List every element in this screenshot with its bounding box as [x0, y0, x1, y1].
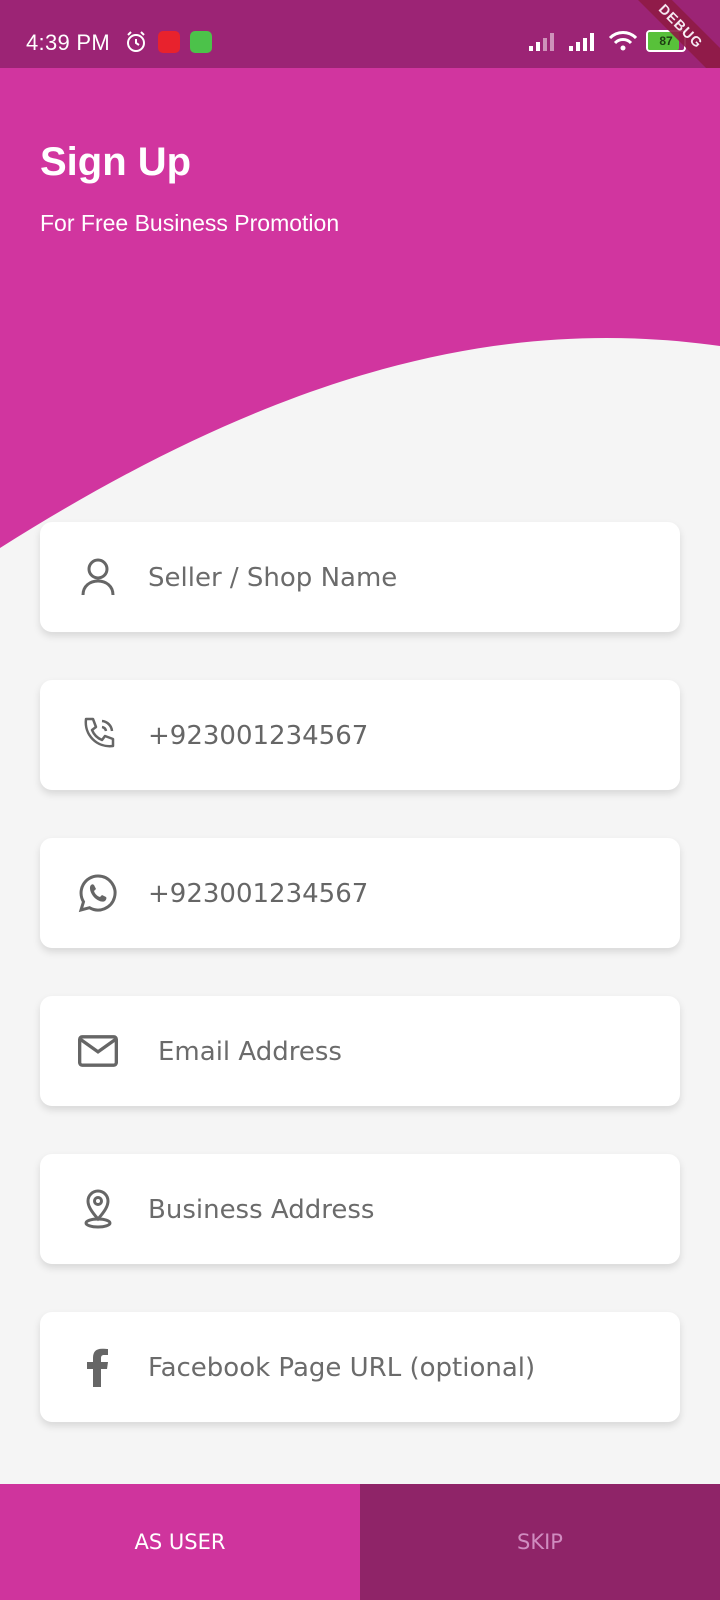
notification-app-icon: [158, 31, 180, 53]
page-subtitle: For Free Business Promotion: [40, 210, 340, 236]
whatsapp-input[interactable]: [146, 838, 650, 950]
wifi-icon: [608, 31, 638, 51]
page-title: Sign Up: [40, 140, 192, 184]
location-pin-icon: [78, 1189, 118, 1229]
status-bar: 4:39 PM 87 DEBUG: [0, 0, 720, 88]
address-field[interactable]: [40, 1154, 680, 1266]
email-input[interactable]: [156, 996, 660, 1108]
phone-field[interactable]: [40, 680, 680, 792]
facebook-field[interactable]: [40, 1312, 680, 1424]
address-input[interactable]: [146, 1154, 650, 1266]
battery-level: 87: [659, 34, 673, 48]
signal-icon-2: [569, 33, 594, 51]
whatsapp-icon: [78, 873, 118, 913]
facebook-input[interactable]: [146, 1312, 650, 1424]
alarm-icon: [127, 31, 145, 52]
as-user-button[interactable]: AS USER: [0, 1484, 360, 1600]
email-icon: [78, 1031, 118, 1071]
whatsapp-field[interactable]: [40, 838, 680, 950]
shop-name-input[interactable]: [146, 522, 650, 634]
phone-input[interactable]: [146, 680, 650, 792]
bottom-action-bar: AS USER SKIP: [0, 1484, 720, 1600]
facebook-icon: [78, 1347, 118, 1387]
status-time: 4:39 PM: [26, 30, 111, 55]
email-field[interactable]: [40, 996, 680, 1108]
skip-button[interactable]: SKIP: [360, 1484, 720, 1600]
shop-name-field[interactable]: [40, 522, 680, 634]
signal-icon: [529, 33, 554, 51]
android-app-icon: [190, 31, 212, 53]
phone-call-icon: [78, 715, 118, 755]
person-icon: [78, 557, 118, 597]
